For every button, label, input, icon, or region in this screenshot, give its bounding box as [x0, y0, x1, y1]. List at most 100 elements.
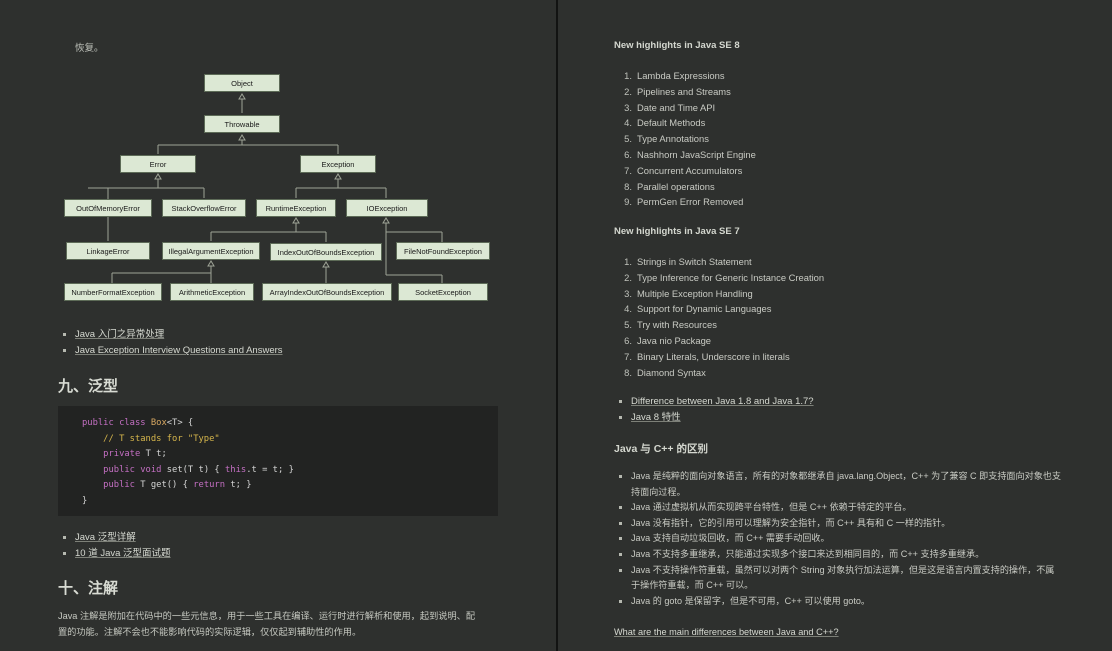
list-item: Java 支持自动垃圾回收，而 C++ 需要手动回收。: [614, 531, 1061, 547]
node-number-format-exception: NumberFormatException: [64, 283, 162, 301]
list-item: Java 通过虚拟机从而实现跨平台特性，但是 C++ 依赖于特定的平台。: [614, 500, 1061, 516]
item-number: 3.: [624, 287, 632, 299]
item-number: 9.: [624, 196, 632, 208]
node-throwable: Throwable: [204, 115, 280, 133]
node-io-exception: IOException: [346, 199, 428, 217]
list-item: 3. Date and Time API: [614, 100, 756, 116]
item-text: Nashhorn JavaScript Engine: [637, 148, 756, 160]
item-number: 5.: [624, 319, 632, 331]
node-object: Object: [204, 74, 280, 92]
intro-text: 恢复。: [75, 43, 104, 54]
item-text: Diamond Syntax: [637, 366, 706, 378]
link-java-cpp-differences[interactable]: What are the main differences between Ja…: [614, 627, 839, 637]
cpp-link-wrapper: What are the main differences between Ja…: [614, 624, 839, 640]
node-exception: Exception: [300, 155, 376, 173]
code-line: private T t;: [82, 449, 167, 460]
node-runtime-exception: RuntimeException: [256, 199, 336, 217]
hierarchy-connectors: [88, 93, 443, 283]
node-array-index-out-of-bounds-exception: ArrayIndexOutOfBoundsException: [262, 283, 392, 301]
link-generics-detail[interactable]: Java 泛型详解: [75, 532, 136, 543]
list-item: 6. Java nio Package: [614, 333, 824, 349]
item-text: Binary Literals, Underscore in literals: [637, 350, 790, 362]
code-line: public T get() { return t; }: [82, 480, 252, 491]
node-stack-overflow-error: StackOverflowError: [162, 199, 246, 217]
item-number: 7.: [624, 350, 632, 362]
list-item: 10 道 Java 泛型面试题: [58, 546, 171, 562]
item-number: 4.: [624, 117, 632, 129]
item-text: Parallel operations: [637, 180, 715, 192]
generics-links: Java 泛型详解 10 道 Java 泛型面试题: [58, 530, 171, 562]
list-item: Java 不支持操作符重载，虽然可以对两个 String 对象执行加法运算，但是…: [614, 563, 1061, 594]
list-item: Java 的 goto 是保留字，但是不可用，C++ 可以使用 goto。: [614, 594, 1061, 610]
se7-list: 1. Strings in Switch Statement 2. Type Infe…: [614, 254, 824, 380]
list-item: 1. Strings in Switch Statement: [614, 254, 824, 270]
link-generics-interview[interactable]: 10 道 Java 泛型面试题: [75, 548, 171, 559]
link-java-exception-intro[interactable]: Java 入门之异常处理: [75, 329, 164, 340]
list-item: 6. Nashhorn JavaScript Engine: [614, 147, 756, 163]
se8-heading: New highlights in Java SE 8: [614, 40, 740, 51]
list-item: Java 是纯粹的面向对象语言，所有的对象都继承自 java.lang.Obje…: [614, 469, 1061, 500]
item-text: Date and Time API: [637, 101, 716, 113]
item-number: 2.: [624, 271, 632, 283]
annotation-paragraph: Java 注解是附加在代码中的一些元信息，用于一些工具在编译、运行时进行解析和使…: [58, 611, 476, 637]
item-text: Type Annotations: [637, 133, 709, 145]
code-comment: // T stands for "Type": [82, 433, 220, 444]
cpp-differences-list: Java 是纯粹的面向对象语言，所有的对象都继承自 java.lang.Obje…: [614, 469, 1061, 609]
list-item: 8. Diamond Syntax: [614, 365, 824, 381]
node-error: Error: [120, 155, 196, 173]
list-item: 2. Type Inference for Generic Instance Cr…: [614, 270, 824, 286]
list-item: Java 没有指针，它的引用可以理解为安全指针，而 C++ 具有和 C 一样的指…: [614, 516, 1061, 532]
node-index-out-of-bounds-exception: IndexOutOfBoundsException: [270, 243, 382, 261]
list-item: 4. Default Methods: [614, 115, 756, 131]
item-number: 8.: [624, 180, 632, 192]
list-item: 5. Type Annotations: [614, 131, 756, 147]
item-text: PermGen Error Removed: [637, 196, 744, 208]
item-number: 5.: [624, 133, 632, 145]
node-socket-exception: SocketException: [398, 283, 488, 301]
link-java8-features[interactable]: Java 8 特性: [631, 412, 681, 423]
version-links: Difference between Java 1.8 and Java 1.7…: [614, 394, 814, 426]
list-item: Java 8 特性: [614, 410, 814, 426]
se8-list: 1. Lambda Expressions 2. Pipelines and Stre…: [614, 68, 756, 210]
cpp-heading: Java 与 C++ 的区别: [614, 443, 708, 455]
item-number: 3.: [624, 101, 632, 113]
annotation-heading: 十、注解: [58, 580, 119, 597]
right-page: New highlights in Java SE 8 1. Lambda Exp…: [558, 0, 1112, 651]
list-item: 9. PermGen Error Removed: [614, 194, 756, 210]
node-illegal-argument-exception: IllegalArgumentException: [162, 242, 260, 260]
item-text: Type Inference for Generic Instance Crea…: [637, 271, 825, 283]
item-text: Strings in Switch Statement: [637, 256, 752, 267]
code-line: public void set(T t) { this.t = t; }: [82, 464, 294, 475]
link-exception-interview-qa[interactable]: Java Exception Interview Questions and A…: [75, 345, 283, 356]
list-item: Java 不支持多重继承，只能通过实现多个接口来达到相同目的，而 C++ 支持多…: [614, 547, 1061, 563]
item-number: 1.: [624, 256, 632, 267]
code-line: }: [82, 495, 88, 506]
list-item: Difference between Java 1.8 and Java 1.7…: [614, 394, 814, 410]
link-java8-vs-java7[interactable]: Difference between Java 1.8 and Java 1.7…: [631, 396, 814, 407]
item-text: Lambda Expressions: [637, 70, 725, 81]
list-item: 7. Binary Literals, Underscore in literal…: [614, 349, 824, 365]
generics-code-block: public class Box<T> { // T stands for "T…: [58, 406, 498, 516]
generics-heading: 九、泛型: [58, 378, 119, 395]
item-text: Try with Resources: [637, 319, 717, 331]
list-item: 2. Pipelines and Streams: [614, 84, 756, 100]
list-item: 4. Support for Dynamic Languages: [614, 301, 824, 317]
item-number: 6.: [624, 334, 632, 346]
item-number: 1.: [624, 70, 632, 81]
list-item: 1. Lambda Expressions: [614, 68, 756, 84]
exception-links: Java 入门之异常处理 Java Exception Interview Qu…: [58, 327, 283, 359]
item-text: Pipelines and Streams: [637, 85, 731, 97]
list-item: 8. Parallel operations: [614, 179, 756, 195]
node-linkage-error: LinkageError: [66, 242, 150, 260]
list-item: 3. Multiple Exception Handling: [614, 286, 824, 302]
left-page: 恢复。 Object Throwable Error Exception Out…: [0, 0, 556, 651]
item-text: Multiple Exception Handling: [637, 287, 753, 299]
list-item: 7. Concurrent Accumulators: [614, 163, 756, 179]
list-item: Java 泛型详解: [58, 530, 171, 546]
item-number: 6.: [624, 148, 632, 160]
node-file-not-found-exception: FileNotFoundException: [396, 242, 490, 260]
item-text: Support for Dynamic Languages: [637, 303, 772, 315]
se7-heading: New highlights in Java SE 7: [614, 226, 740, 237]
item-number: 8.: [624, 366, 632, 378]
item-text: Default Methods: [637, 117, 706, 129]
